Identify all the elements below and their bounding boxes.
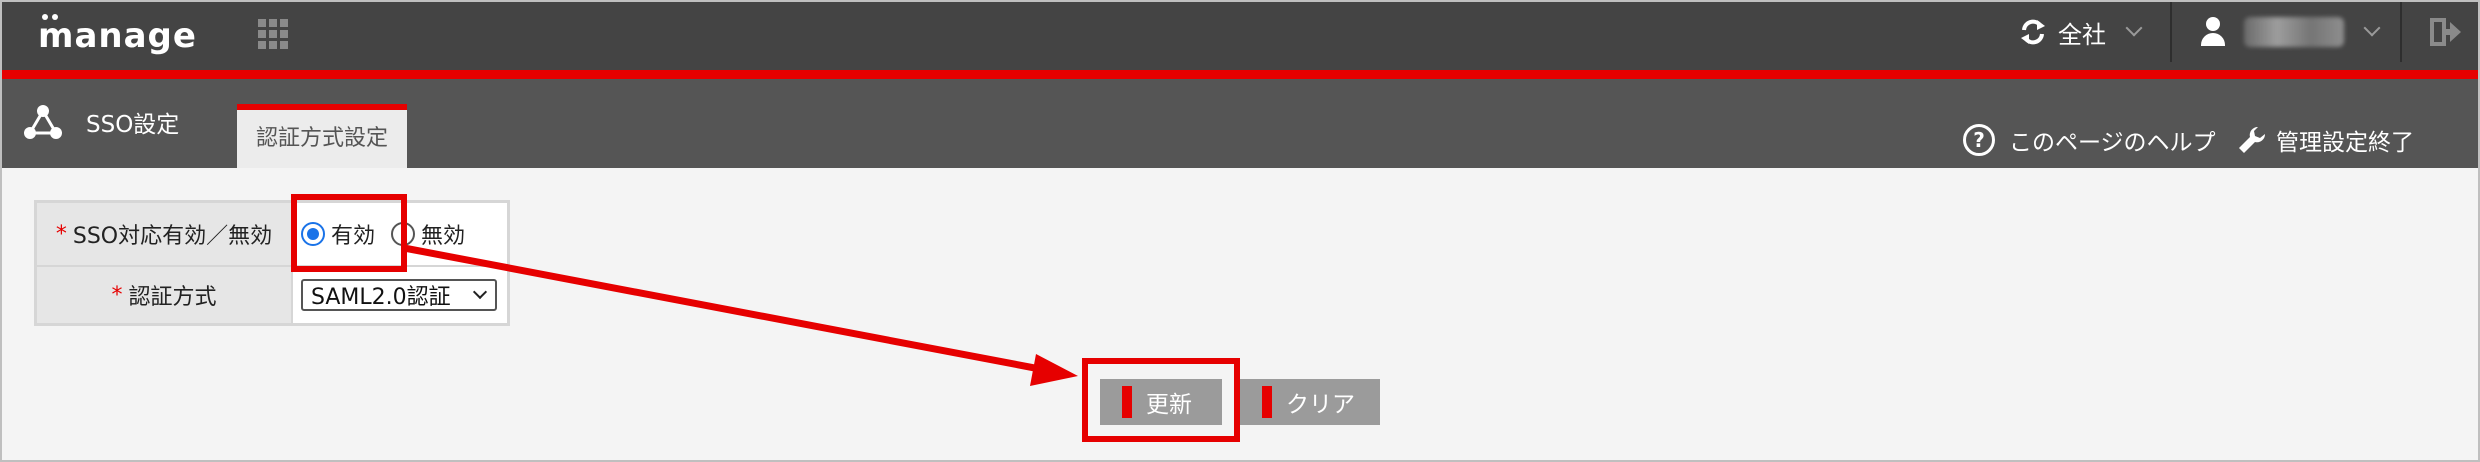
app-logo[interactable]: manage: [38, 14, 197, 56]
share-network-icon: [24, 105, 62, 139]
form-label: * SSO対応有効／無効: [37, 203, 291, 265]
form-label-text: SSO対応有効／無効: [72, 224, 273, 249]
divider: [2400, 0, 2402, 62]
clear-button-label: クリア: [1286, 392, 1355, 418]
settings-form-table: * SSO対応有効／無効 有効 無効 * 認証方式 SAML2.0認証: [34, 200, 510, 326]
user-icon: [2200, 17, 2226, 47]
logo-text-rest: anage: [74, 16, 197, 56]
form-row-auth-method: * 認証方式 SAML2.0認証: [37, 267, 507, 323]
tab-auth-method-settings[interactable]: 認証方式設定: [237, 104, 407, 168]
clear-button[interactable]: クリア: [1240, 379, 1380, 425]
form-label: * 認証方式: [37, 267, 291, 323]
accent-line: [0, 70, 2480, 79]
required-mark: *: [55, 221, 67, 247]
radio-disabled-label: 無効: [421, 224, 466, 249]
question-circle-icon: ?: [1963, 124, 1995, 156]
chevron-down-icon: [2363, 19, 2381, 37]
logout-icon[interactable]: [2430, 18, 2462, 46]
required-mark: *: [111, 282, 123, 308]
annotation-highlight-update: [1082, 358, 1240, 442]
section-title: SSO設定: [86, 112, 180, 138]
form-value: SAML2.0認証: [293, 267, 507, 323]
auth-method-select-value: SAML2.0認証: [311, 285, 451, 310]
admin-exit-label: 管理設定終了: [2276, 130, 2414, 156]
apps-grid-icon[interactable]: [258, 19, 288, 49]
sync-icon: [2021, 19, 2045, 45]
admin-exit-link[interactable]: 管理設定終了: [2236, 120, 2414, 160]
company-selector[interactable]: 全社: [2018, 12, 2143, 52]
top-navbar: manage 全社: [0, 0, 2480, 70]
company-selector-label: 全社: [2058, 20, 2106, 49]
user-menu[interactable]: [2200, 12, 2381, 52]
form-row-sso-enabled: * SSO対応有効／無効 有効 無効: [37, 203, 507, 265]
divider: [2170, 0, 2172, 62]
user-name-redacted: [2244, 17, 2344, 47]
button-accent-bar: [1262, 386, 1272, 418]
chevron-down-icon: [2125, 19, 2143, 37]
help-link[interactable]: ? このページのヘルプ: [1963, 120, 2216, 160]
annotation-highlight-radio: [291, 194, 407, 272]
wrench-icon: [2239, 126, 2266, 153]
chevron-down-icon: [472, 284, 488, 300]
auth-method-select[interactable]: SAML2.0認証: [301, 279, 497, 311]
help-link-label: このページのヘルプ: [2009, 130, 2216, 156]
form-label-text: 認証方式: [128, 285, 217, 310]
